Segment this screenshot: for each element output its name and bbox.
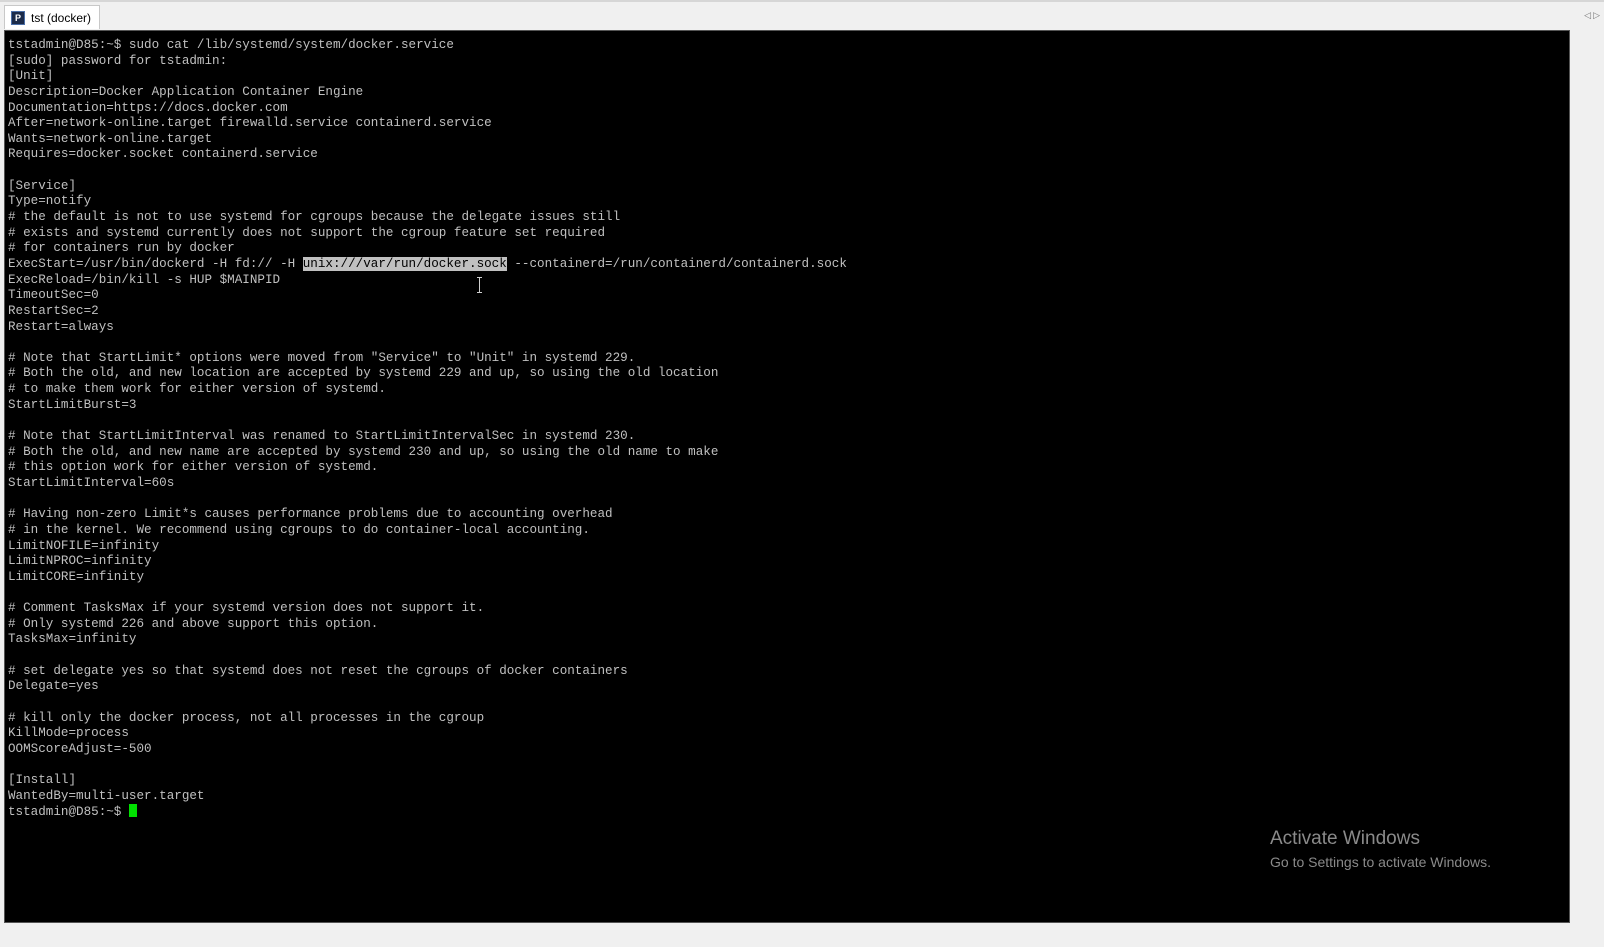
terminal-line: # kill only the docker process, not all … xyxy=(8,710,485,725)
terminal-line: TimeoutSec=0 xyxy=(8,288,99,303)
terminal-line: # Note that StartLimit* options were mov… xyxy=(8,350,636,365)
prompt-line[interactable]: tstadmin@D85:~$ xyxy=(8,804,847,820)
watermark-title: Activate Windows xyxy=(1270,828,1420,849)
tab-tst-docker[interactable]: P tst (docker) xyxy=(4,5,100,29)
activate-windows-watermark: Activate Windows Go to Settings to activ… xyxy=(1270,828,1491,870)
tab-bar: P tst (docker) ◁▷ xyxy=(0,0,1604,30)
terminal-line: Requires=docker.socket containerd.servic… xyxy=(8,147,318,162)
terminal-line: [Service] xyxy=(8,178,77,193)
terminal-line: RestartSec=2 xyxy=(8,303,99,318)
tab-scroll-arrows-icon[interactable]: ◁▷ xyxy=(1584,10,1602,21)
terminal-window[interactable]: tstadmin@D85:~$ sudo cat /lib/systemd/sy… xyxy=(4,30,1570,923)
terminal-line: StartLimitBurst=3 xyxy=(8,397,137,412)
terminal-line: # Only systemd 226 and above support thi… xyxy=(8,616,379,631)
terminal-line: # Comment TasksMax if your systemd versi… xyxy=(8,601,485,616)
window-bottom-border xyxy=(0,923,1604,947)
terminal-line: # in the kernel. We recommend using cgro… xyxy=(8,522,590,537)
terminal-line: [Unit] xyxy=(8,69,54,84)
terminal-line: Delegate=yes xyxy=(8,679,99,694)
terminal-line: TasksMax=infinity xyxy=(8,632,137,647)
terminal-line: Wants=network-online.target xyxy=(8,131,213,146)
terminal-line: # Both the old, and new location are acc… xyxy=(8,366,719,381)
terminal-line: ExecStart=/usr/bin/dockerd -H fd:// -H u… xyxy=(8,256,847,271)
terminal-line: # the default is not to use systemd for … xyxy=(8,210,621,225)
terminal-line: ExecReload=/bin/kill -s HUP $MAINPID xyxy=(8,272,281,287)
terminal-line: # set delegate yes so that systemd does … xyxy=(8,663,628,678)
terminal-line: Restart=always xyxy=(8,319,114,334)
terminal-line: # exists and systemd currently does not … xyxy=(8,225,606,240)
terminal-line: OOMScoreAdjust=-500 xyxy=(8,741,152,756)
tab-title: tst (docker) xyxy=(31,10,92,25)
terminal-line: WantedBy=multi-user.target xyxy=(8,788,205,803)
shell-prompt: tstadmin@D85:~$ xyxy=(8,805,129,820)
text-cursor-ibeam-icon xyxy=(477,277,483,293)
terminal-line: # Having non-zero Limit*s causes perform… xyxy=(8,507,613,522)
putty-terminal-icon: P xyxy=(11,10,25,25)
terminal-line: # this option work for either version of… xyxy=(8,460,379,475)
terminal-line: Description=Docker Application Container… xyxy=(8,84,364,99)
terminal-line: StartLimitInterval=60s xyxy=(8,475,175,490)
terminal-line: # Both the old, and new name are accepte… xyxy=(8,444,719,459)
terminal-line: Type=notify xyxy=(8,194,92,209)
terminal-line: LimitNPROC=infinity xyxy=(8,554,152,569)
terminal-line: LimitNOFILE=infinity xyxy=(8,538,160,553)
terminal-line: # for containers run by docker xyxy=(8,241,235,256)
watermark-subtitle: Go to Settings to activate Windows. xyxy=(1270,854,1491,870)
terminal-line: After=network-online.target firewalld.se… xyxy=(8,116,492,131)
terminal-line: # to make them work for either version o… xyxy=(8,382,386,397)
terminal-line: [Install] xyxy=(8,773,77,788)
terminal-line: [sudo] password for tstadmin: xyxy=(8,53,228,68)
terminal-output: tstadmin@D85:~$ sudo cat /lib/systemd/sy… xyxy=(8,38,847,820)
terminal-line: Documentation=https://docs.docker.com xyxy=(8,100,288,115)
terminal-cursor xyxy=(128,804,137,818)
terminal-line: # Note that StartLimitInterval was renam… xyxy=(8,429,636,444)
selected-text: unix:///var/run/docker.sock xyxy=(302,256,507,271)
terminal-line: LimitCORE=infinity xyxy=(8,569,145,584)
terminal-line: tstadmin@D85:~$ sudo cat /lib/systemd/sy… xyxy=(8,38,454,52)
terminal-line: KillMode=process xyxy=(8,726,129,741)
